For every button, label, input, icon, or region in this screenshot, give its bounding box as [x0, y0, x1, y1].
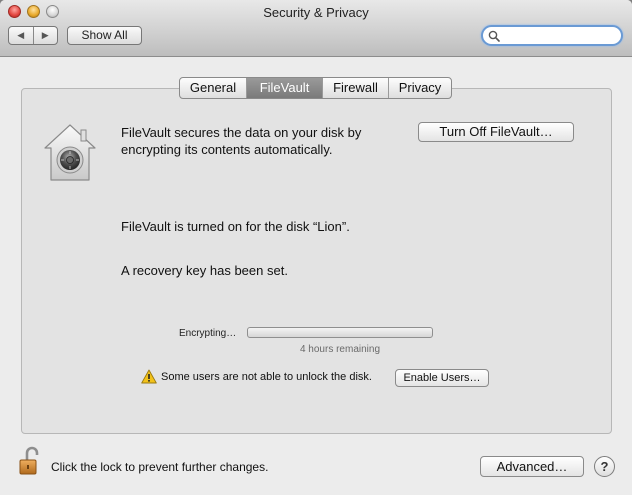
title-bar: Security & Privacy ◀ ▶ Show All [0, 0, 632, 57]
enable-users-button[interactable]: Enable Users… [395, 369, 489, 387]
filevault-status-text: FileVault is turned on for the disk “Lio… [121, 219, 350, 234]
tab-privacy[interactable]: Privacy [389, 78, 451, 98]
tab-firewall[interactable]: Firewall [323, 78, 389, 98]
back-button[interactable]: ◀ [9, 27, 34, 44]
security-privacy-window: Security & Privacy ◀ ▶ Show All FileVaul… [0, 0, 632, 495]
filevault-description-line1: FileVault secures the data on your disk … [121, 125, 362, 140]
filevault-house-safe-icon [44, 124, 96, 181]
back-forward-control: ◀ ▶ [8, 26, 58, 45]
tab-filevault[interactable]: FileVault [247, 78, 323, 98]
window-title: Security & Privacy [263, 5, 369, 20]
search-field[interactable] [481, 25, 623, 46]
search-icon [488, 30, 500, 42]
turn-off-filevault-button[interactable]: Turn Off FileVault… [418, 122, 574, 142]
show-all-button[interactable]: Show All [67, 26, 142, 45]
advanced-button[interactable]: Advanced… [480, 456, 584, 477]
help-button[interactable]: ? [594, 456, 615, 477]
search-input[interactable] [501, 27, 616, 44]
encryption-progress-bar [247, 327, 433, 338]
encrypting-label: Encrypting… [179, 328, 237, 339]
forward-button[interactable]: ▶ [34, 27, 58, 44]
unlock-warning-text: Some users are not able to unlock the di… [161, 371, 372, 383]
tab-bar: General FileVault Firewall Privacy [179, 77, 452, 99]
tab-general[interactable]: General [180, 78, 247, 98]
open-lock-icon[interactable] [18, 446, 44, 476]
filevault-description-line2: encrypting its contents automatically. [121, 142, 333, 157]
recovery-key-text: A recovery key has been set. [121, 263, 288, 278]
warning-triangle-icon [141, 369, 157, 384]
lock-instruction-text: Click the lock to prevent further change… [51, 460, 269, 474]
time-remaining-text: 4 hours remaining [299, 344, 381, 355]
